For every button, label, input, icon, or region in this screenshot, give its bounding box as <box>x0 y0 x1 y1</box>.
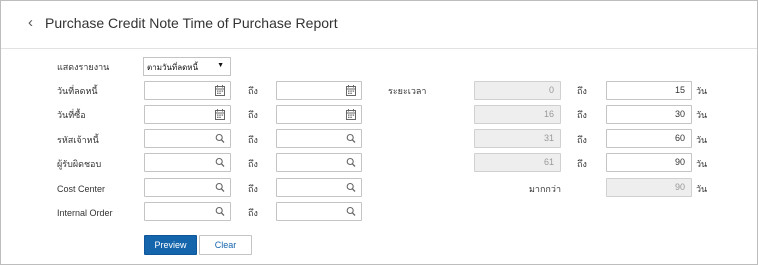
day-unit-label: วัน <box>696 135 708 145</box>
calendar-icon[interactable] <box>346 109 356 120</box>
to-label: ถึง <box>248 86 258 96</box>
period-from-0-input: 0 <box>474 81 561 100</box>
period-to-label: ถึง <box>577 159 587 169</box>
period-to-2-input[interactable]: 60 <box>606 129 692 148</box>
search-icon[interactable] <box>215 157 225 168</box>
credit-note-date-to-input[interactable] <box>276 81 362 100</box>
to-label: ถึง <box>248 208 258 218</box>
internal-order-from-input[interactable] <box>144 202 231 221</box>
dropdown-caret-icon: ▼ <box>217 62 224 69</box>
period-to-3-value: 90 <box>674 157 685 167</box>
period-to-label: ถึง <box>577 135 587 145</box>
show-report-value: ตามวันที่ลดหนี้ <box>147 63 199 72</box>
show-report-label: แสดงรายงาน <box>57 62 110 72</box>
day-unit-label: วัน <box>696 159 708 169</box>
period-to-1-input[interactable]: 30 <box>606 105 692 124</box>
period-from-2-input: 31 <box>474 129 561 148</box>
search-icon[interactable] <box>215 206 225 217</box>
report-window: ‹ Purchase Credit Note Time of Purchase … <box>0 0 758 265</box>
creditor-code-from-input[interactable] <box>144 129 231 148</box>
period-to-1-value: 30 <box>674 109 685 119</box>
purchase-date-label: วันที่ซื้อ <box>57 110 86 120</box>
purchase-date-to-input[interactable] <box>276 105 362 124</box>
responsible-person-from-input[interactable] <box>144 153 231 172</box>
search-icon[interactable] <box>215 182 225 193</box>
period-from-3-input: 61 <box>474 153 561 172</box>
period-to-0-value: 15 <box>674 85 685 95</box>
period-from-1-value: 16 <box>543 109 554 119</box>
internal-order-label: Internal Order <box>57 208 113 218</box>
period-from-2-value: 31 <box>543 133 554 143</box>
clear-button[interactable]: Clear <box>199 235 252 255</box>
cost-center-to-input[interactable] <box>276 178 362 197</box>
calendar-icon[interactable] <box>215 109 225 120</box>
search-icon[interactable] <box>346 133 356 144</box>
back-chevron-left-icon[interactable]: ‹ <box>28 14 33 31</box>
period-to-label: ถึง <box>577 86 587 96</box>
search-icon[interactable] <box>346 206 356 217</box>
period-to-label: ถึง <box>577 110 587 120</box>
to-label: ถึง <box>248 159 258 169</box>
period-from-0-value: 0 <box>548 85 554 95</box>
more-than-input: 90 <box>606 178 692 197</box>
page-header: ‹ Purchase Credit Note Time of Purchase … <box>1 1 757 49</box>
show-report-select[interactable]: ตามวันที่ลดหนี้ ▼ <box>143 57 231 76</box>
responsible-person-label: ผู้รับผิดชอบ <box>57 159 102 169</box>
more-than-label: มากกว่า <box>529 184 561 194</box>
to-label: ถึง <box>248 135 258 145</box>
more-than-value: 90 <box>674 182 685 192</box>
purchase-date-from-input[interactable] <box>144 105 231 124</box>
creditor-code-to-input[interactable] <box>276 129 362 148</box>
period-from-1-input: 16 <box>474 105 561 124</box>
responsible-person-to-input[interactable] <box>276 153 362 172</box>
credit-note-date-from-input[interactable] <box>144 81 231 100</box>
search-icon[interactable] <box>346 157 356 168</box>
search-icon[interactable] <box>346 182 356 193</box>
period-label: ระยะเวลา <box>388 86 427 96</box>
creditor-code-label: รหัสเจ้าหนี้ <box>57 135 99 145</box>
period-to-0-input[interactable]: 15 <box>606 81 692 100</box>
period-to-3-input[interactable]: 90 <box>606 153 692 172</box>
to-label: ถึง <box>248 110 258 120</box>
cost-center-from-input[interactable] <box>144 178 231 197</box>
calendar-icon[interactable] <box>346 85 356 96</box>
calendar-icon[interactable] <box>215 85 225 96</box>
preview-button[interactable]: Preview <box>144 235 197 255</box>
credit-note-date-label: วันที่ลดหนี้ <box>57 86 98 96</box>
day-unit-label: วัน <box>696 184 708 194</box>
search-icon[interactable] <box>215 133 225 144</box>
period-from-3-value: 61 <box>543 157 554 167</box>
internal-order-to-input[interactable] <box>276 202 362 221</box>
cost-center-label: Cost Center <box>57 184 106 194</box>
period-to-2-value: 60 <box>674 133 685 143</box>
day-unit-label: วัน <box>696 110 708 120</box>
day-unit-label: วัน <box>696 86 708 96</box>
to-label: ถึง <box>248 184 258 194</box>
page-title: Purchase Credit Note Time of Purchase Re… <box>45 15 338 31</box>
